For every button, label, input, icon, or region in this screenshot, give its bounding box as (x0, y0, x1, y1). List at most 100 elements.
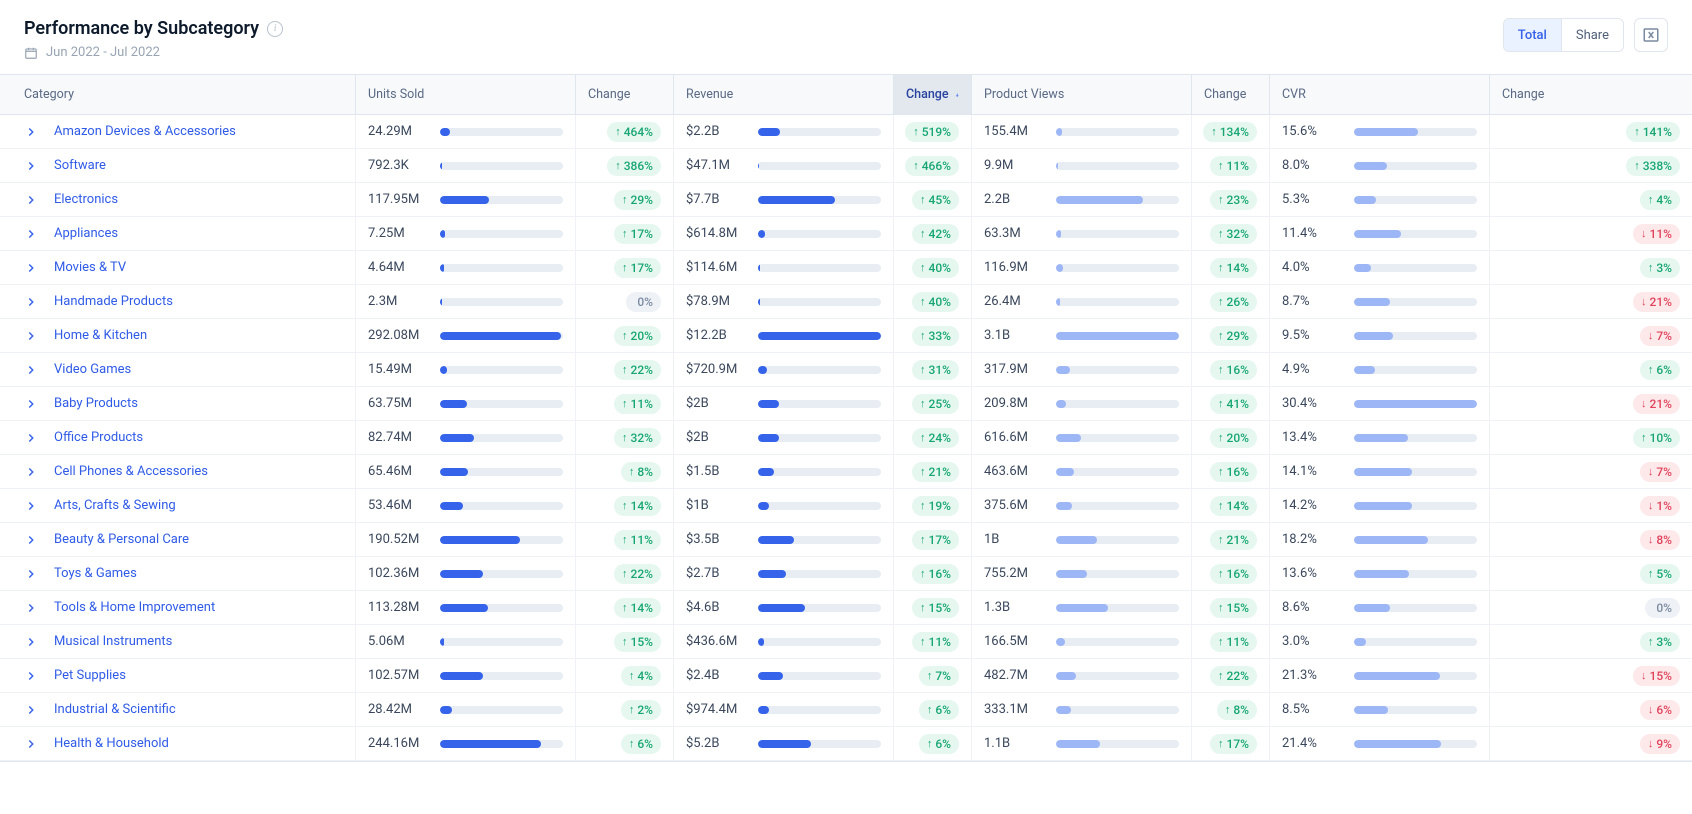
bar-track (1354, 162, 1477, 170)
expand-chevron-icon[interactable] (24, 261, 38, 275)
change-pill: ↑14% (1210, 496, 1257, 516)
col-header-units-sold[interactable]: Units Sold (356, 75, 576, 114)
expand-chevron-icon[interactable] (24, 363, 38, 377)
expand-chevron-icon[interactable] (24, 329, 38, 343)
category-link[interactable]: Industrial & Scientific (54, 702, 176, 717)
table-row: Industrial & Scientific 28.42M ↑2% $974.… (0, 693, 1692, 727)
category-link[interactable]: Video Games (54, 362, 131, 377)
category-link[interactable]: Handmade Products (54, 294, 173, 309)
category-link[interactable]: Tools & Home Improvement (54, 600, 215, 615)
col-header-product-views[interactable]: Product Views (972, 75, 1192, 114)
change-pill: ↑45% (912, 190, 959, 210)
expand-chevron-icon[interactable] (24, 465, 38, 479)
change-pill: ↑21% (1210, 530, 1257, 550)
page-title: Performance by Subcategory (24, 18, 259, 39)
expand-chevron-icon[interactable] (24, 295, 38, 309)
col-header-category[interactable]: Category (0, 75, 356, 114)
table-row: Handmade Products 2.3M 0% $78.9M ↑40% 26… (0, 285, 1692, 319)
expand-chevron-icon[interactable] (24, 533, 38, 547)
category-link[interactable]: Home & Kitchen (54, 328, 147, 343)
views-value: 333.1M (984, 702, 1046, 717)
revenue-value: $12.2B (686, 328, 748, 343)
change-pill: ↑42% (912, 224, 959, 244)
change-pill: ↑31% (912, 360, 959, 380)
category-link[interactable]: Appliances (54, 226, 118, 241)
export-excel-button[interactable] (1634, 18, 1668, 52)
table-row: Arts, Crafts & Sewing 53.46M ↑14% $1B ↑1… (0, 489, 1692, 523)
seg-total-button[interactable]: Total (1504, 19, 1561, 51)
change-pill: ↑338% (1626, 156, 1680, 176)
category-link[interactable]: Amazon Devices & Accessories (54, 124, 236, 139)
expand-chevron-icon[interactable] (24, 737, 38, 751)
col-header-change-units[interactable]: Change (576, 75, 674, 114)
revenue-value: $2.7B (686, 566, 748, 581)
expand-chevron-icon[interactable] (24, 431, 38, 445)
seg-share-button[interactable]: Share (1561, 19, 1623, 51)
change-pill: ↓1% (1640, 496, 1680, 516)
category-link[interactable]: Arts, Crafts & Sewing (54, 498, 176, 513)
bar-track (440, 128, 563, 136)
category-link[interactable]: Baby Products (54, 396, 138, 411)
expand-chevron-icon[interactable] (24, 669, 38, 683)
category-link[interactable]: Office Products (54, 430, 143, 445)
revenue-value: $974.4M (686, 702, 748, 717)
date-range[interactable]: Jun 2022 - Jul 2022 (24, 45, 283, 60)
change-pill: ↑17% (614, 258, 661, 278)
change-pill: ↑29% (614, 190, 661, 210)
bar-track (758, 604, 881, 612)
bar-track (1056, 536, 1179, 544)
category-link[interactable]: Movies & TV (54, 260, 126, 275)
col-header-change-cvr[interactable]: Change (1490, 75, 1692, 114)
excel-icon (1642, 26, 1660, 44)
bar-track (1056, 706, 1179, 714)
col-header-revenue[interactable]: Revenue (674, 75, 894, 114)
col-header-change-revenue[interactable]: Change (894, 75, 972, 114)
bar-track (440, 638, 563, 646)
change-pill: ↑17% (614, 224, 661, 244)
expand-chevron-icon[interactable] (24, 227, 38, 241)
change-pill: ↑6% (621, 734, 661, 754)
change-pill: ↑29% (1210, 326, 1257, 346)
total-share-segmented: Total Share (1503, 18, 1624, 52)
expand-chevron-icon[interactable] (24, 397, 38, 411)
expand-chevron-icon[interactable] (24, 159, 38, 173)
bar-track (1354, 468, 1477, 476)
units-value: 4.64M (368, 260, 430, 275)
category-link[interactable]: Musical Instruments (54, 634, 172, 649)
bar-track (1354, 502, 1477, 510)
category-link[interactable]: Health & Household (54, 736, 169, 751)
col-header-cvr[interactable]: CVR (1270, 75, 1490, 114)
change-pill: ↑15% (614, 632, 661, 652)
table-row: Tools & Home Improvement 113.28M ↑14% $4… (0, 591, 1692, 625)
bar-track (1056, 638, 1179, 646)
views-value: 482.7M (984, 668, 1046, 683)
bar-track (1354, 706, 1477, 714)
bar-track (1354, 332, 1477, 340)
info-icon[interactable]: i (267, 21, 283, 37)
bar-track (440, 536, 563, 544)
category-link[interactable]: Electronics (54, 192, 118, 207)
category-link[interactable]: Toys & Games (54, 566, 137, 581)
expand-chevron-icon[interactable] (24, 601, 38, 615)
views-value: 375.6M (984, 498, 1046, 513)
cvr-value: 15.6% (1282, 124, 1344, 139)
category-link[interactable]: Pet Supplies (54, 668, 126, 683)
expand-chevron-icon[interactable] (24, 567, 38, 581)
cvr-value: 8.0% (1282, 158, 1344, 173)
bar-track (1354, 672, 1477, 680)
views-value: 463.6M (984, 464, 1046, 479)
col-header-change-views[interactable]: Change (1192, 75, 1270, 114)
expand-chevron-icon[interactable] (24, 635, 38, 649)
expand-chevron-icon[interactable] (24, 703, 38, 717)
expand-chevron-icon[interactable] (24, 125, 38, 139)
expand-chevron-icon[interactable] (24, 193, 38, 207)
category-link[interactable]: Beauty & Personal Care (54, 532, 189, 547)
expand-chevron-icon[interactable] (24, 499, 38, 513)
views-value: 9.9M (984, 158, 1046, 173)
bar-track (1354, 570, 1477, 578)
category-link[interactable]: Cell Phones & Accessories (54, 464, 208, 479)
change-pill: ↑519% (905, 122, 959, 142)
revenue-value: $2.4B (686, 668, 748, 683)
views-value: 317.9M (984, 362, 1046, 377)
category-link[interactable]: Software (54, 158, 106, 173)
